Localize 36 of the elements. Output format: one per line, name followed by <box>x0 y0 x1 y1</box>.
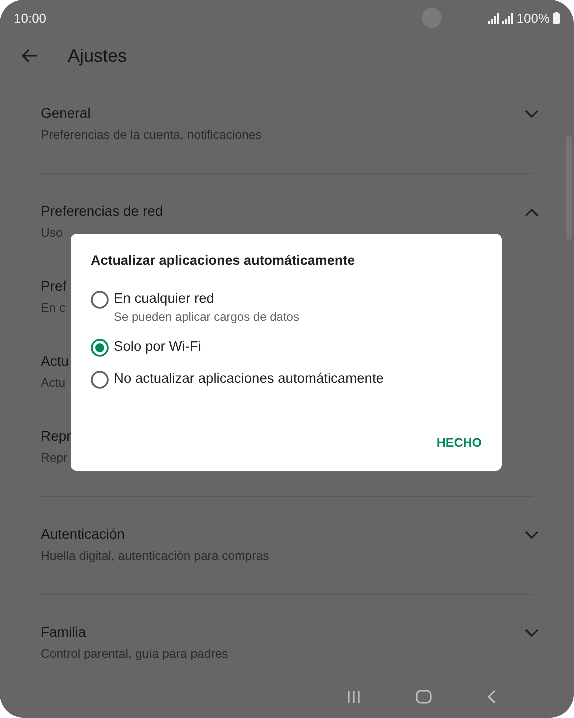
back-icon[interactable] <box>487 690 496 704</box>
radio-button[interactable] <box>91 291 109 309</box>
setting-subtitle: Repr <box>41 450 68 467</box>
option-label[interactable]: Solo por Wi-Fi <box>114 337 202 357</box>
section-title[interactable]: Preferencias de red <box>41 200 164 222</box>
dialog-title: Actualizar aplicaciones automáticamente <box>91 252 356 270</box>
chevron-down-icon[interactable] <box>525 629 539 638</box>
battery-icon <box>553 12 560 24</box>
option-label[interactable]: En cualquier red <box>114 289 214 309</box>
section-subtitle: Preferencias de la cuenta, notificaciones <box>41 127 262 144</box>
section-subtitle: Uso <box>41 225 63 242</box>
section-subtitle: Control parental, guía para padres <box>41 646 228 663</box>
radio-button[interactable] <box>91 339 109 357</box>
status-time: 10:00 <box>14 10 47 26</box>
done-button[interactable]: HECHO <box>436 432 482 454</box>
section-subtitle: Huella digital, autenticación para compras <box>41 548 270 565</box>
battery-level: 100% <box>516 10 550 26</box>
radio-button[interactable] <box>91 371 109 389</box>
setting-title[interactable]: Pref <box>41 275 67 297</box>
option-label[interactable]: No actualizar aplicaciones automáticamente <box>114 369 384 389</box>
section-title[interactable]: General <box>41 102 91 124</box>
setting-subtitle: Actu <box>41 375 66 392</box>
setting-title[interactable]: Repr <box>41 425 72 447</box>
section-title[interactable]: Familia <box>41 621 86 643</box>
recent-apps-icon[interactable] <box>347 690 361 704</box>
option-description: Se pueden aplicar cargos de datos <box>114 309 300 325</box>
back-arrow-icon[interactable] <box>22 49 38 63</box>
section-title[interactable]: Autenticación <box>41 523 126 545</box>
home-icon[interactable] <box>416 690 432 704</box>
setting-title[interactable]: Actu <box>41 350 70 372</box>
setting-subtitle: En c <box>41 300 66 317</box>
signal-icon <box>488 12 514 24</box>
chevron-up-icon[interactable] <box>525 208 539 217</box>
chevron-down-icon[interactable] <box>525 110 539 119</box>
page-title: Ajustes <box>68 46 128 66</box>
chevron-down-icon[interactable] <box>525 531 539 540</box>
